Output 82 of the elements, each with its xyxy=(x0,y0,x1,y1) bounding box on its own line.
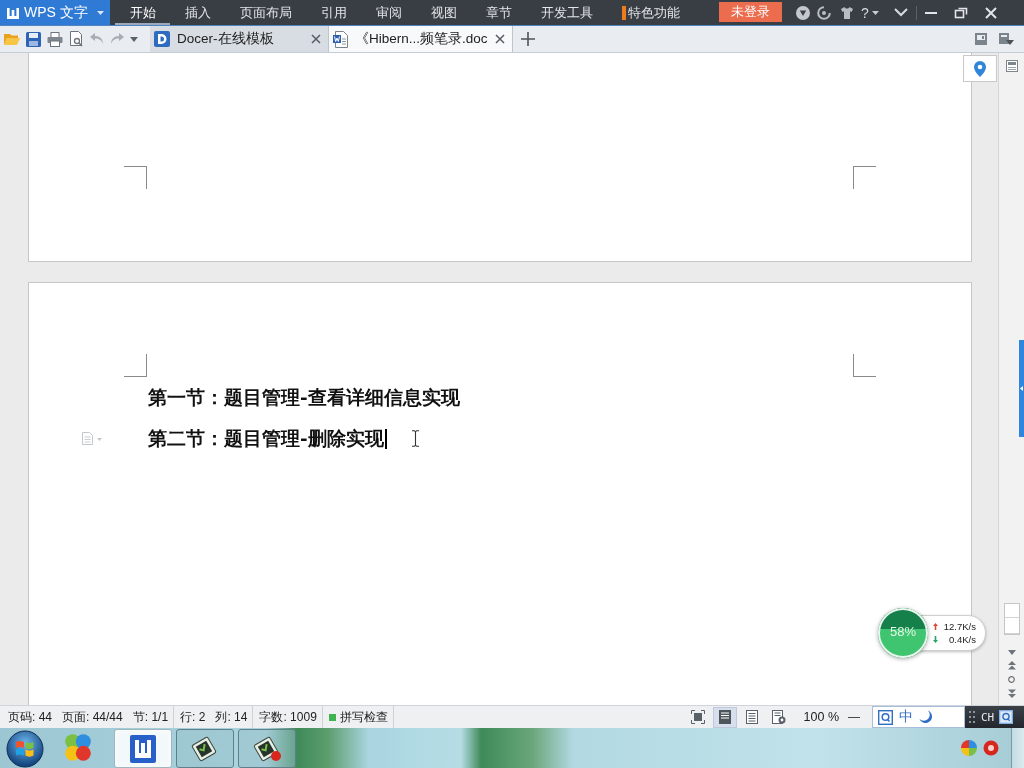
fullscreen-icon xyxy=(690,710,705,724)
paragraph-text: 第一节：题目管理-查看详细信息实现 xyxy=(148,386,460,410)
menu-tab[interactable]: 引用 xyxy=(306,0,361,25)
docer-logo-icon xyxy=(154,31,170,47)
menu-tab[interactable]: 插入 xyxy=(170,0,225,25)
caret-icon xyxy=(97,10,104,15)
caret-icon[interactable] xyxy=(1007,650,1016,655)
double-down-arrow-icon[interactable] xyxy=(1007,689,1016,698)
outline-view-icon xyxy=(745,710,758,724)
close-icon[interactable] xyxy=(494,34,505,44)
zoom-out-button[interactable]: — xyxy=(846,710,862,724)
marker-icon xyxy=(621,5,626,20)
upload-speed: 12.7K/s xyxy=(943,621,976,632)
circle-icon[interactable] xyxy=(1008,676,1015,683)
view-button[interactable] xyxy=(712,706,737,728)
corner-mark xyxy=(124,166,147,189)
caret-icon[interactable] xyxy=(130,36,138,42)
ime-logo-icon[interactable] xyxy=(999,710,1014,724)
paragraph-text: 第二节：题目管理-删除实现 xyxy=(148,427,384,451)
location-tab[interactable] xyxy=(963,55,997,82)
language-indicator[interactable]: CH xyxy=(981,710,995,724)
app-menu-button[interactable]: WPS 文字 xyxy=(0,0,110,25)
down-arrow-icon xyxy=(933,636,938,643)
taskbar-button[interactable] xyxy=(238,729,296,768)
taskbar-button[interactable] xyxy=(176,729,234,768)
ime-logo-icon[interactable] xyxy=(878,709,893,725)
help-button[interactable]: ? xyxy=(859,4,881,21)
status-text: 列: 14 xyxy=(215,708,248,726)
close-icon[interactable] xyxy=(311,34,321,44)
scroll-thumb[interactable] xyxy=(1003,603,1020,635)
download-speed: 0.4K/s xyxy=(949,634,976,645)
document-tab[interactable]: 《Hibern...频笔录.doc xyxy=(329,26,513,52)
menu-tab[interactable]: 审阅 xyxy=(361,0,416,25)
print-icon[interactable] xyxy=(47,31,63,47)
side-panel-handle[interactable] xyxy=(1019,340,1024,437)
usage-percent: 58% xyxy=(889,624,917,639)
restore-icon[interactable] xyxy=(953,5,968,20)
status-text: 页码: 44 xyxy=(8,708,52,726)
text-cursor-icon xyxy=(410,430,420,447)
ime-mode-button[interactable]: 中 xyxy=(899,708,913,726)
status-text: 页面: 44/44 xyxy=(62,708,123,726)
double-up-arrow-icon[interactable] xyxy=(1007,661,1016,670)
plus-icon[interactable] xyxy=(520,32,535,46)
caret-icon xyxy=(1020,386,1023,391)
shirt-icon[interactable] xyxy=(840,5,854,20)
menu-tab[interactable]: 开发工具 xyxy=(526,0,607,25)
status-text: 行: 2 xyxy=(180,708,206,726)
menu-tab[interactable]: 视图 xyxy=(416,0,471,25)
chevron-down-icon[interactable] xyxy=(893,8,908,17)
corner-mark xyxy=(853,166,876,189)
location-pin-icon xyxy=(974,60,986,77)
drag-handle-icon[interactable] xyxy=(969,711,976,723)
caret-icon xyxy=(871,10,879,15)
document-tab[interactable]: Docer-在线模板 xyxy=(150,26,329,52)
paragraph-handle-icon[interactable] xyxy=(81,432,103,445)
page-view-icon xyxy=(718,710,731,724)
logo-icon xyxy=(7,6,19,19)
logo-icon xyxy=(130,734,156,763)
start-orb-icon[interactable] xyxy=(6,729,44,768)
taskbar-button[interactable] xyxy=(114,729,172,768)
print-preview-icon[interactable] xyxy=(69,31,84,47)
web-view-icon xyxy=(771,710,786,724)
up-arrow-icon xyxy=(933,623,938,630)
menu-tab[interactable]: 特色功能 xyxy=(607,0,694,25)
four-circles-icon xyxy=(62,732,94,764)
menu-tab[interactable]: 章节 xyxy=(471,0,526,25)
corner-mark xyxy=(853,354,876,377)
status-text: 字数: 1009 xyxy=(259,708,317,726)
document-lines-icon[interactable] xyxy=(1005,60,1018,72)
corner-mark xyxy=(124,354,147,377)
document-icon xyxy=(333,30,348,48)
pinwheel-icon[interactable] xyxy=(961,740,977,756)
menu-tab[interactable]: 页面布局 xyxy=(225,0,306,25)
panel-icon[interactable] xyxy=(975,33,987,45)
zoom-level: 100 % xyxy=(803,710,839,724)
dropdown-menu-icon[interactable] xyxy=(999,32,1014,46)
moon-icon[interactable] xyxy=(919,710,933,724)
record-icon[interactable] xyxy=(983,740,999,756)
triangle-circle-icon[interactable] xyxy=(796,5,810,20)
sync-icon[interactable] xyxy=(817,5,831,20)
save-icon[interactable] xyxy=(26,31,41,47)
status-text: 节: 1/1 xyxy=(132,708,169,726)
